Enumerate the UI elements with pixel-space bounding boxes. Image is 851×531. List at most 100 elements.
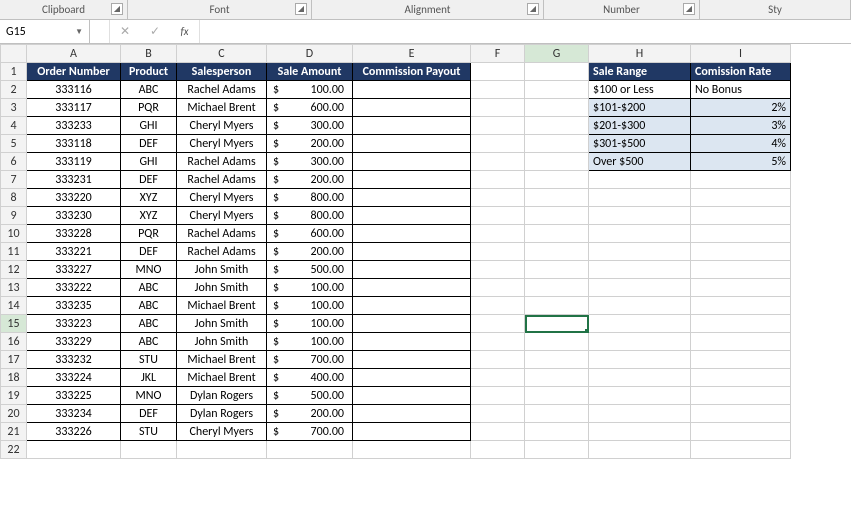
cell-A14[interactable]: 333235 xyxy=(27,297,121,315)
cell-D2[interactable]: $100.00 xyxy=(267,81,353,99)
cell-H20[interactable] xyxy=(589,405,691,423)
cell-E11[interactable] xyxy=(353,243,471,261)
cell-H1[interactable]: Sale Range xyxy=(589,63,691,81)
cell-B7[interactable]: DEF xyxy=(121,171,177,189)
cell-I12[interactable] xyxy=(691,261,791,279)
cell-B10[interactable]: PQR xyxy=(121,225,177,243)
cell-B4[interactable]: GHI xyxy=(121,117,177,135)
cell-C3[interactable]: Michael Brent xyxy=(177,99,267,117)
cell-C15[interactable]: John Smith xyxy=(177,315,267,333)
cell-C16[interactable]: John Smith xyxy=(177,333,267,351)
cell-E21[interactable] xyxy=(353,423,471,441)
cell-C7[interactable]: Rachel Adams xyxy=(177,171,267,189)
col-header-H[interactable]: H xyxy=(589,45,691,63)
row-header-12[interactable]: 12 xyxy=(1,261,27,279)
row-header-22[interactable]: 22 xyxy=(1,441,27,459)
cell-H7[interactable] xyxy=(589,171,691,189)
cell-A16[interactable]: 333229 xyxy=(27,333,121,351)
cell-C18[interactable]: Michael Brent xyxy=(177,369,267,387)
cell-C4[interactable]: Cheryl Myers xyxy=(177,117,267,135)
cell-C1[interactable]: Salesperson xyxy=(177,63,267,81)
row-header-17[interactable]: 17 xyxy=(1,351,27,369)
cell-D10[interactable]: $600.00 xyxy=(267,225,353,243)
cell-B12[interactable]: MNO xyxy=(121,261,177,279)
cell-C10[interactable]: Rachel Adams xyxy=(177,225,267,243)
cell-H2[interactable]: $100 or Less xyxy=(589,81,691,99)
cell-D8[interactable]: $800.00 xyxy=(267,189,353,207)
cell-D16[interactable]: $100.00 xyxy=(267,333,353,351)
cell-D11[interactable]: $200.00 xyxy=(267,243,353,261)
cell-E20[interactable] xyxy=(353,405,471,423)
cell-H18[interactable] xyxy=(589,369,691,387)
cell-F6[interactable] xyxy=(471,153,525,171)
cell-B11[interactable]: DEF xyxy=(121,243,177,261)
cell-A5[interactable]: 333118 xyxy=(27,135,121,153)
cell-I3[interactable]: 2% xyxy=(691,99,791,117)
cell-E12[interactable] xyxy=(353,261,471,279)
cell-A2[interactable]: 333116 xyxy=(27,81,121,99)
cell-E4[interactable] xyxy=(353,117,471,135)
cell-G14[interactable] xyxy=(525,297,589,315)
cell-H4[interactable]: $201-$300 xyxy=(589,117,691,135)
dialog-launcher-icon[interactable]: ◢ xyxy=(683,3,695,15)
row-header-2[interactable]: 2 xyxy=(1,81,27,99)
dialog-launcher-icon[interactable]: ◢ xyxy=(111,3,123,15)
row-header-18[interactable]: 18 xyxy=(1,369,27,387)
dialog-launcher-icon[interactable]: ◢ xyxy=(295,3,307,15)
cell-G13[interactable] xyxy=(525,279,589,297)
cell-E8[interactable] xyxy=(353,189,471,207)
cell-C2[interactable]: Rachel Adams xyxy=(177,81,267,99)
cell-E15[interactable] xyxy=(353,315,471,333)
cell-G12[interactable] xyxy=(525,261,589,279)
cell-H15[interactable] xyxy=(589,315,691,333)
row-header-1[interactable]: 1 xyxy=(1,63,27,81)
cell-D4[interactable]: $300.00 xyxy=(267,117,353,135)
cell-C14[interactable]: Michael Brent xyxy=(177,297,267,315)
cell-E18[interactable] xyxy=(353,369,471,387)
cell-F2[interactable] xyxy=(471,81,525,99)
cell-D7[interactable]: $200.00 xyxy=(267,171,353,189)
cell-A19[interactable]: 333225 xyxy=(27,387,121,405)
cell-G3[interactable] xyxy=(525,99,589,117)
cell-C6[interactable]: Rachel Adams xyxy=(177,153,267,171)
cell-F22[interactable] xyxy=(471,441,525,459)
cell-G6[interactable] xyxy=(525,153,589,171)
cell-F17[interactable] xyxy=(471,351,525,369)
cell-G15[interactable] xyxy=(525,315,589,333)
cell-D5[interactable]: $200.00 xyxy=(267,135,353,153)
enter-formula-icon[interactable]: ✓ xyxy=(140,20,170,43)
cell-H9[interactable] xyxy=(589,207,691,225)
cell-F13[interactable] xyxy=(471,279,525,297)
cell-E5[interactable] xyxy=(353,135,471,153)
cell-E1[interactable]: Commission Payout xyxy=(353,63,471,81)
cell-E7[interactable] xyxy=(353,171,471,189)
cell-B16[interactable]: ABC xyxy=(121,333,177,351)
cell-I6[interactable]: 5% xyxy=(691,153,791,171)
cell-D1[interactable]: Sale Amount xyxy=(267,63,353,81)
cell-F4[interactable] xyxy=(471,117,525,135)
cell-D22[interactable] xyxy=(267,441,353,459)
cell-C17[interactable]: Michael Brent xyxy=(177,351,267,369)
cell-G20[interactable] xyxy=(525,405,589,423)
cell-B20[interactable]: DEF xyxy=(121,405,177,423)
cancel-formula-icon[interactable]: ✕ xyxy=(110,20,140,43)
cell-I17[interactable] xyxy=(691,351,791,369)
cell-I15[interactable] xyxy=(691,315,791,333)
cell-D9[interactable]: $800.00 xyxy=(267,207,353,225)
cell-H11[interactable] xyxy=(589,243,691,261)
cell-A17[interactable]: 333232 xyxy=(27,351,121,369)
row-header-20[interactable]: 20 xyxy=(1,405,27,423)
cell-G16[interactable] xyxy=(525,333,589,351)
cell-A13[interactable]: 333222 xyxy=(27,279,121,297)
cell-B9[interactable]: XYZ xyxy=(121,207,177,225)
cell-G1[interactable] xyxy=(525,63,589,81)
cell-I21[interactable] xyxy=(691,423,791,441)
cell-B15[interactable]: ABC xyxy=(121,315,177,333)
cell-H10[interactable] xyxy=(589,225,691,243)
cell-C21[interactable]: Cheryl Myers xyxy=(177,423,267,441)
cell-I19[interactable] xyxy=(691,387,791,405)
row-header-9[interactable]: 9 xyxy=(1,207,27,225)
row-header-21[interactable]: 21 xyxy=(1,423,27,441)
cell-I9[interactable] xyxy=(691,207,791,225)
cell-C19[interactable]: Dylan Rogers xyxy=(177,387,267,405)
